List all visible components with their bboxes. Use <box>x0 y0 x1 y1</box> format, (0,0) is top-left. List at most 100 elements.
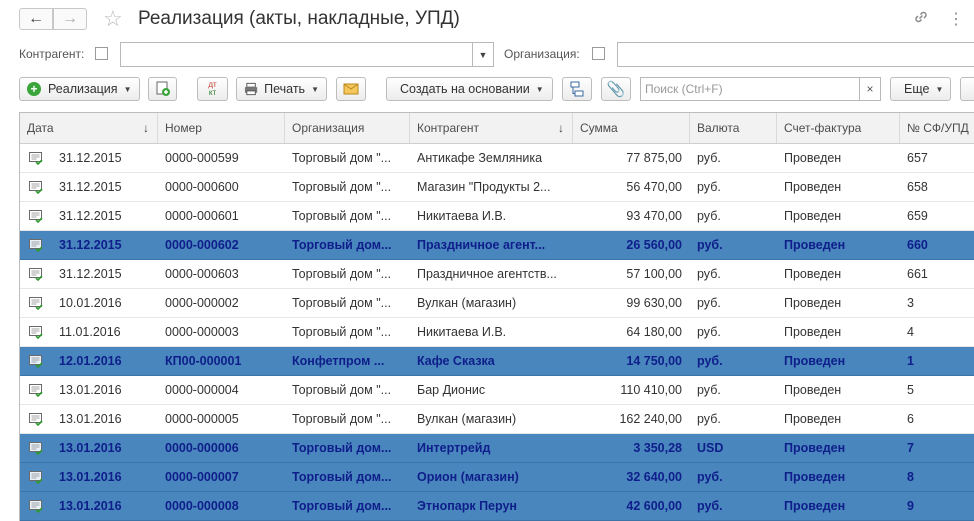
cell-currency: руб. <box>697 383 721 397</box>
cell-currency: руб. <box>697 238 723 252</box>
cell-currency: руб. <box>697 325 721 339</box>
email-button[interactable] <box>336 77 366 101</box>
column-header[interactable]: Счет-фактура <box>777 113 900 143</box>
cell-sf: 659 <box>907 209 928 223</box>
table-row[interactable]: 13.01.2016 0000-000006 Торговый дом... Инте… <box>20 434 974 463</box>
cell-sf: 660 <box>907 238 928 252</box>
cell-org: Торговый дом... <box>292 441 392 455</box>
cell-invoice: Проведен <box>784 499 846 513</box>
posted-document-icon <box>29 326 43 339</box>
envelope-icon <box>343 83 359 95</box>
copy-document-button[interactable] <box>148 77 177 101</box>
contractor-field[interactable] <box>120 42 473 67</box>
cell-sf: 5 <box>907 383 914 397</box>
forward-arrow-icon[interactable]: → <box>53 8 87 30</box>
posted-document-icon <box>29 355 43 368</box>
cell-date: 31.12.2015 <box>59 180 122 194</box>
cell-invoice: Проведен <box>784 470 846 484</box>
chevron-down-icon: ▼ <box>123 84 132 94</box>
cell-currency: USD <box>697 441 724 455</box>
cell-contractor: Никитаева И.В. <box>417 325 507 339</box>
cell-currency: руб. <box>697 499 723 513</box>
cell-currency: руб. <box>697 151 721 165</box>
column-header[interactable]: Сумма <box>573 113 690 143</box>
cell-sf: 4 <box>907 325 914 339</box>
cell-invoice: Проведен <box>784 151 842 165</box>
table-row[interactable]: 10.01.2016 0000-000002 Торговый дом "... Ву… <box>20 289 974 318</box>
table-row[interactable]: 12.01.2016 КП00-000001 Конфетпром ... Кафе … <box>20 347 974 376</box>
cell-date: 13.01.2016 <box>59 412 122 426</box>
link-icon[interactable] <box>913 9 929 30</box>
cell-date: 13.01.2016 <box>59 383 122 397</box>
organization-checkbox[interactable] <box>592 47 605 60</box>
column-header[interactable]: Номер <box>158 113 285 143</box>
create-based-on-label: Создать на основании <box>400 82 530 96</box>
posted-document-icon <box>29 239 43 252</box>
cell-date: 31.12.2015 <box>59 209 122 223</box>
plus-icon: + <box>27 82 41 96</box>
table-row[interactable]: 11.01.2016 0000-000003 Торговый дом "... Ни… <box>20 318 974 347</box>
more-button[interactable]: Еще ▼ <box>890 77 951 101</box>
table-row[interactable]: 13.01.2016 0000-000004 Торговый дом "... Ба… <box>20 376 974 405</box>
create-based-on-button[interactable]: Создать на основании ▼ <box>386 77 553 101</box>
star-icon[interactable]: ☆ <box>103 6 123 32</box>
table-row[interactable]: 31.12.2015 0000-000603 Торговый дом "... Пр… <box>20 260 974 289</box>
create-realization-button[interactable]: + Реализация ▼ <box>19 77 140 101</box>
organization-label: Организация: <box>504 47 580 61</box>
search-input[interactable]: Поиск (Ctrl+F) <box>640 77 860 101</box>
more-icon[interactable]: ⋮ <box>948 9 965 29</box>
column-header[interactable]: Организация <box>285 113 410 143</box>
cell-number: 0000-000003 <box>165 325 239 339</box>
column-header[interactable]: Дата ↓ <box>20 113 158 143</box>
contractor-checkbox[interactable] <box>95 47 108 60</box>
table-row[interactable]: 13.01.2016 0000-000005 Торговый дом "... Ву… <box>20 405 974 434</box>
cell-invoice: Проведен <box>784 383 842 397</box>
cell-org: Торговый дом "... <box>292 151 392 165</box>
cell-sum: 162 240,00 <box>619 412 682 426</box>
cell-currency: руб. <box>697 412 721 426</box>
dt-kt-button[interactable]: дт кт <box>197 77 228 101</box>
cell-currency: руб. <box>697 354 723 368</box>
cell-sf: 657 <box>907 151 928 165</box>
attachment-button[interactable]: 📎 <box>601 77 631 101</box>
close-icon[interactable]: × <box>859 77 881 101</box>
posted-document-icon <box>29 413 43 426</box>
cell-currency: руб. <box>697 209 721 223</box>
chevron-down-icon[interactable]: ▼ <box>473 42 494 67</box>
table-row[interactable]: 31.12.2015 0000-000600 Торговый дом "... Ма… <box>20 173 974 202</box>
table-row[interactable]: 13.01.2016 0000-000007 Торговый дом... Орио… <box>20 463 974 492</box>
cell-org: Торговый дом "... <box>292 209 392 223</box>
cell-invoice: Проведен <box>784 267 842 281</box>
cell-invoice: Проведен <box>784 180 842 194</box>
posted-document-icon <box>29 297 43 310</box>
posted-document-icon <box>29 181 43 194</box>
table-row[interactable]: 13.01.2016 0000-000008 Торговый дом... Этно… <box>20 492 974 521</box>
help-button[interactable] <box>960 77 974 101</box>
column-header[interactable]: № СФ/УПД <box>900 113 974 143</box>
cell-date: 13.01.2016 <box>59 499 122 513</box>
cell-sum: 57 100,00 <box>626 267 682 281</box>
structure-button[interactable] <box>562 77 592 101</box>
cell-contractor: Никитаева И.В. <box>417 209 507 223</box>
cell-sf: 1 <box>907 354 914 368</box>
contractor-label: Контрагент: <box>19 47 85 61</box>
table-row[interactable]: 31.12.2015 0000-000601 Торговый дом "... Ни… <box>20 202 974 231</box>
cell-date: 10.01.2016 <box>59 296 122 310</box>
cell-sf: 658 <box>907 180 928 194</box>
posted-document-icon <box>29 268 43 281</box>
column-header[interactable]: Контрагент ↓ <box>410 113 573 143</box>
print-button[interactable]: Печать ▼ <box>236 77 327 101</box>
organization-field[interactable] <box>617 42 974 67</box>
cell-number: 0000-000602 <box>165 238 239 252</box>
column-header[interactable]: Валюта <box>690 113 777 143</box>
back-arrow-icon[interactable]: ← <box>19 8 53 30</box>
dt-kt-bottom: кт <box>208 88 217 97</box>
cell-sum: 42 600,00 <box>626 499 682 513</box>
create-label: Реализация <box>48 82 118 96</box>
cell-sum: 99 630,00 <box>626 296 682 310</box>
table-row[interactable]: 31.12.2015 0000-000599 Торговый дом "... Ан… <box>20 144 974 173</box>
cell-contractor: Орион (магазин) <box>417 470 519 484</box>
cell-sum: 26 560,00 <box>626 238 682 252</box>
table-row[interactable]: 31.12.2015 0000-000602 Торговый дом... Праз… <box>20 231 974 260</box>
cell-sum: 77 875,00 <box>626 151 682 165</box>
